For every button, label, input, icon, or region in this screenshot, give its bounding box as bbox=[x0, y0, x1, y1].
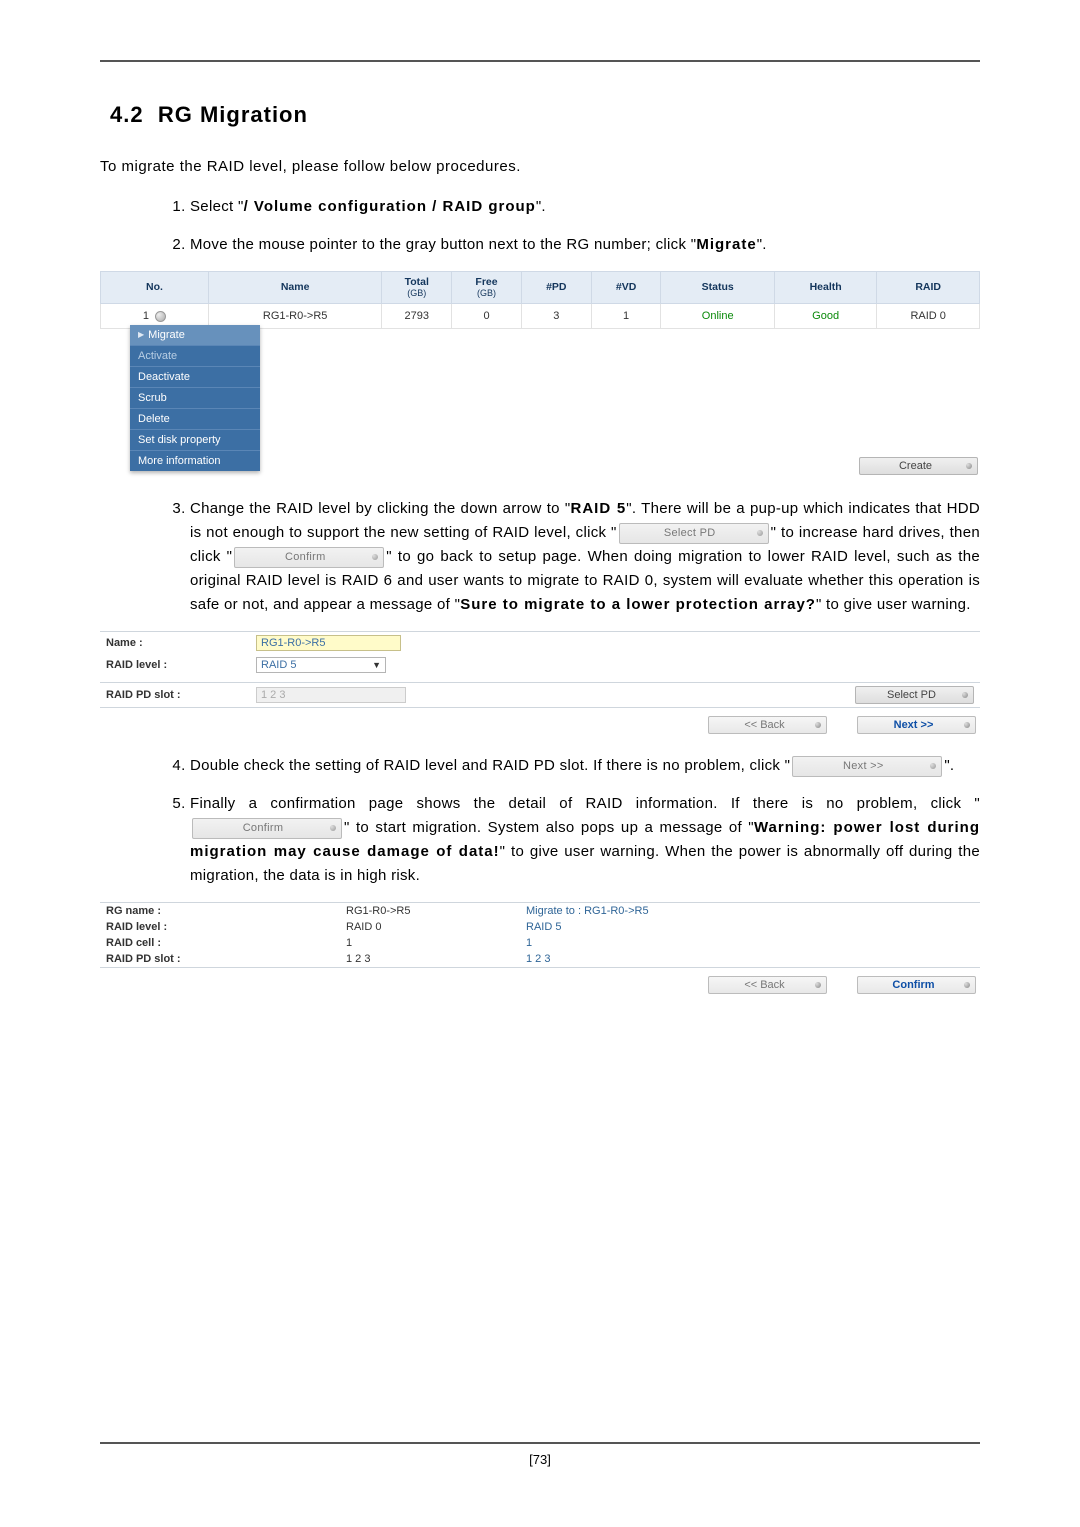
raid-level-select[interactable]: RAID 5▼ bbox=[256, 657, 386, 673]
migrate-form-screenshot: Name : RG1-R0->R5 RAID level : RAID 5▼ R… bbox=[100, 631, 980, 736]
menu-migrate[interactable]: Migrate bbox=[130, 325, 260, 345]
pd-slot-label: RAID PD slot : bbox=[106, 689, 256, 701]
inline-confirm-button[interactable]: Confirm bbox=[234, 547, 384, 569]
th-health[interactable]: Health bbox=[774, 272, 877, 304]
page-number: [73] bbox=[100, 1442, 980, 1467]
confirm-screenshot: RG name : RG1-R0->R5 Migrate to : RG1-R0… bbox=[100, 902, 980, 996]
context-menu: Migrate Activate Deactivate Scrub Delete… bbox=[130, 325, 260, 471]
conf-raidcell-cur: 1 bbox=[346, 937, 526, 949]
th-total[interactable]: Total(GB) bbox=[382, 272, 452, 304]
th-pd[interactable]: #PD bbox=[521, 272, 591, 304]
back-button[interactable]: << Back bbox=[708, 976, 827, 994]
row-action-dot-icon[interactable] bbox=[155, 311, 166, 322]
cell-vd: 1 bbox=[591, 304, 661, 329]
cell-no: 1 bbox=[143, 310, 149, 322]
conf-rgname-cur: RG1-R0->R5 bbox=[346, 905, 526, 917]
menu-delete[interactable]: Delete bbox=[130, 408, 260, 429]
conf-raidlevel-new: RAID 5 bbox=[526, 921, 561, 933]
inline-confirm-button[interactable]: Confirm bbox=[192, 818, 342, 840]
cell-free: 0 bbox=[452, 304, 522, 329]
conf-pdslot-new: 1 2 3 bbox=[526, 953, 550, 965]
section-heading: 4.2 RG Migration bbox=[110, 102, 980, 128]
pd-slot-field: 1 2 3 bbox=[256, 687, 406, 703]
raid-level-label: RAID level : bbox=[106, 659, 256, 671]
th-raid[interactable]: RAID bbox=[877, 272, 980, 304]
intro-text: To migrate the RAID level, please follow… bbox=[100, 158, 980, 175]
raid-table: No. Name Total(GB) Free(GB) #PD #VD Stat… bbox=[100, 271, 980, 329]
conf-raidcell-label: RAID cell : bbox=[106, 937, 346, 949]
th-status[interactable]: Status bbox=[661, 272, 774, 304]
select-pd-button[interactable]: Select PD bbox=[855, 686, 974, 704]
conf-pdslot-cur: 1 2 3 bbox=[346, 953, 526, 965]
menu-deactivate[interactable]: Deactivate bbox=[130, 366, 260, 387]
th-free[interactable]: Free(GB) bbox=[452, 272, 522, 304]
inline-select-pd-button[interactable]: Select PD bbox=[619, 523, 769, 545]
step-4: Double check the setting of RAID level a… bbox=[190, 754, 980, 778]
th-no[interactable]: No. bbox=[101, 272, 209, 304]
step-5: Finally a confirmation page shows the de… bbox=[190, 792, 980, 888]
menu-scrub[interactable]: Scrub bbox=[130, 387, 260, 408]
confirm-button[interactable]: Confirm bbox=[857, 976, 976, 994]
th-name[interactable]: Name bbox=[208, 272, 381, 304]
raid-table-screenshot: No. Name Total(GB) Free(GB) #PD #VD Stat… bbox=[100, 271, 980, 479]
name-field[interactable]: RG1-R0->R5 bbox=[256, 635, 401, 651]
next-button[interactable]: Next >> bbox=[857, 716, 976, 734]
cell-pd: 3 bbox=[521, 304, 591, 329]
cell-health: Good bbox=[774, 304, 877, 329]
conf-rgname-new: Migrate to : RG1-R0->R5 bbox=[526, 905, 649, 917]
cell-raid: RAID 0 bbox=[877, 304, 980, 329]
menu-activate: Activate bbox=[130, 345, 260, 366]
conf-raidcell-new: 1 bbox=[526, 937, 532, 949]
back-button[interactable]: << Back bbox=[708, 716, 827, 734]
menu-set-disk-property[interactable]: Set disk property bbox=[130, 429, 260, 450]
create-button[interactable]: Create bbox=[859, 457, 978, 475]
step-3: Change the RAID level by clicking the do… bbox=[190, 497, 980, 617]
cell-status: Online bbox=[661, 304, 774, 329]
menu-more-information[interactable]: More information bbox=[130, 450, 260, 471]
chevron-down-icon: ▼ bbox=[372, 660, 381, 670]
cell-total: 2793 bbox=[382, 304, 452, 329]
step-1: Select "/ Volume configuration / RAID gr… bbox=[190, 195, 980, 219]
inline-next-button[interactable]: Next >> bbox=[792, 756, 942, 778]
conf-raidlevel-cur: RAID 0 bbox=[346, 921, 526, 933]
conf-rgname-label: RG name : bbox=[106, 905, 346, 917]
conf-raidlevel-label: RAID level : bbox=[106, 921, 346, 933]
th-vd[interactable]: #VD bbox=[591, 272, 661, 304]
step-2: Move the mouse pointer to the gray butto… bbox=[190, 233, 980, 257]
conf-pdslot-label: RAID PD slot : bbox=[106, 953, 346, 965]
name-label: Name : bbox=[106, 637, 256, 649]
